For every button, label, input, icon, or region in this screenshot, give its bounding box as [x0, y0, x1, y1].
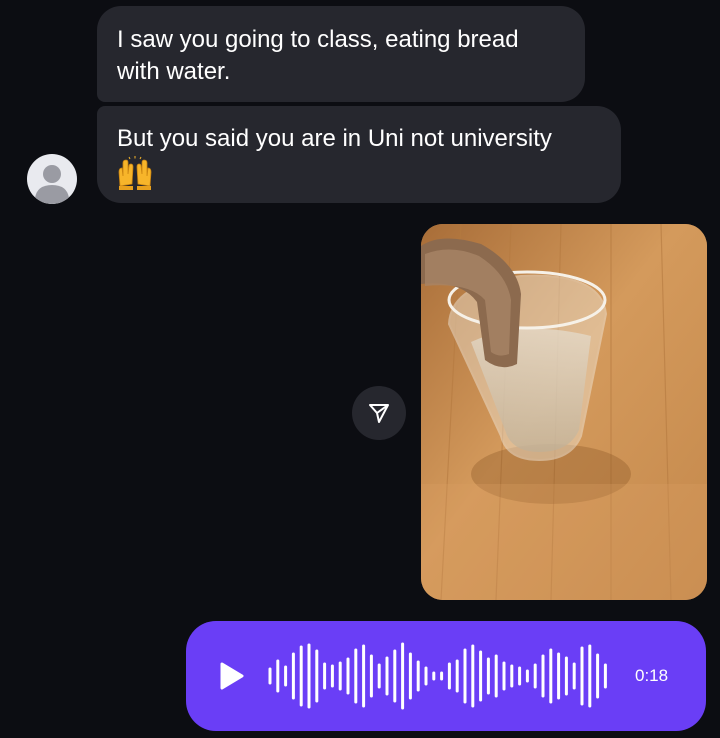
- play-icon[interactable]: [216, 661, 246, 691]
- audio-waveform[interactable]: [266, 641, 611, 711]
- message-text: But you said you are in Uni not universi…: [117, 125, 552, 152]
- voice-duration: 0:18: [635, 666, 669, 685]
- raising-hands-emoji: [118, 156, 152, 190]
- message-bubble[interactable]: But you said you are in Uni not universi…: [97, 106, 621, 203]
- message-bubble[interactable]: I saw you going to class, eating bread w…: [97, 6, 585, 102]
- message-text: I saw you going to class, eating bread w…: [117, 26, 519, 85]
- share-button[interactable]: [352, 386, 406, 440]
- paper-plane-share-icon: [369, 404, 389, 423]
- voice-message[interactable]: 0:18: [186, 621, 706, 731]
- bread-and-water-glass-photo[interactable]: [421, 224, 707, 600]
- chat-screen: I saw you going to class, eating bread w…: [0, 0, 720, 738]
- default-user-avatar-icon[interactable]: [27, 154, 77, 204]
